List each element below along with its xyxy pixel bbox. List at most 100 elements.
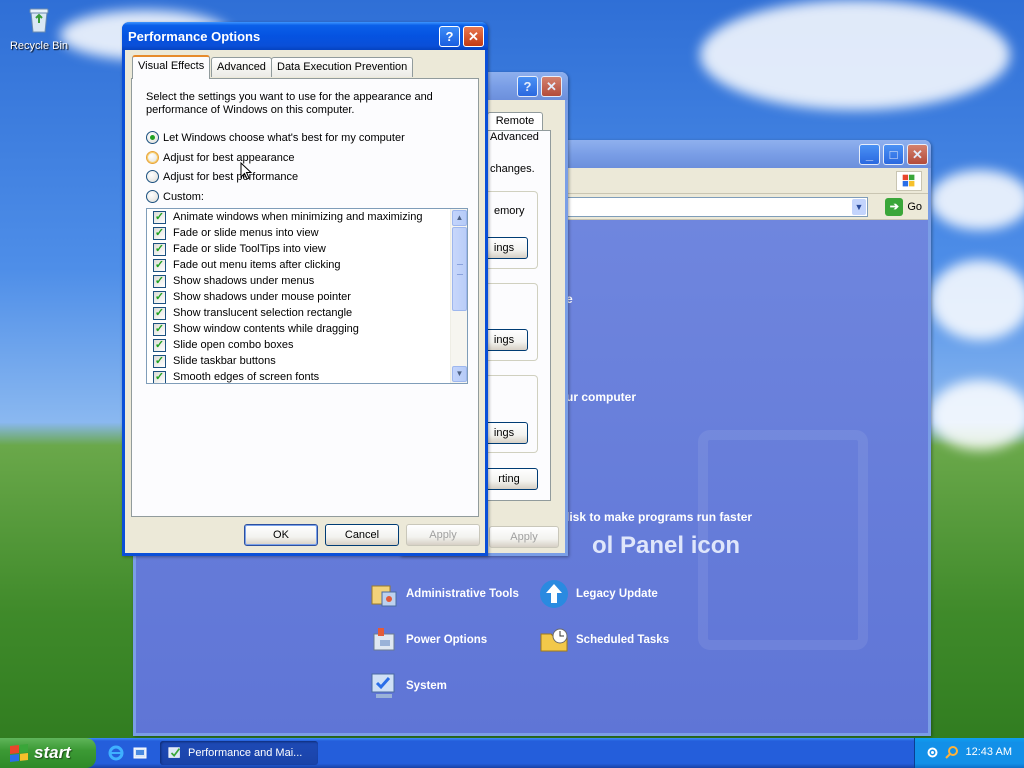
cp-item-power-options[interactable]: Power Options [368, 624, 487, 656]
description-text: Select the settings you want to use for … [146, 91, 433, 116]
list-item[interactable]: ✓ Fade out menu items after clicking [153, 257, 341, 273]
list-item[interactable]: ✓ Slide taskbar buttons [153, 353, 276, 369]
taskbar-item-label: Performance and Mai... [188, 747, 303, 759]
radio-label: Let Windows choose what's best for my co… [163, 131, 405, 144]
minimize-button[interactable]: _ [859, 144, 880, 165]
visual-effects-panel: Select the settings you want to use for … [131, 78, 479, 517]
list-item[interactable]: ✓ Animate windows when minimizing and max… [153, 209, 422, 225]
mouse-cursor-icon [240, 162, 252, 180]
show-desktop-icon[interactable] [132, 745, 148, 761]
go-button[interactable]: ➔ Go [885, 198, 922, 216]
list-item[interactable]: ✓ Slide open combo boxes [153, 337, 293, 353]
effect-label: Fade or slide menus into view [173, 227, 319, 239]
apply-button[interactable]: Apply [406, 524, 480, 546]
radio-label: Adjust for best performance [163, 170, 299, 183]
close-button[interactable]: ✕ [463, 26, 484, 47]
cp-item-legacy-update[interactable]: Legacy Update [538, 578, 658, 610]
checkbox-checked-icon: ✓ [153, 258, 166, 272]
window-app-icon [168, 747, 181, 758]
cp-item-label: System [406, 680, 447, 692]
effect-label: Slide open combo boxes [173, 339, 294, 351]
cp-item-label: Administrative Tools [406, 588, 519, 600]
checkbox-checked-icon: ✓ [153, 242, 166, 256]
cp-task-link-fragment[interactable]: lisk to make programs run faster [566, 510, 752, 524]
cp-task-link-fragment[interactable]: ur computer [566, 390, 636, 404]
cloud [930, 380, 1024, 450]
tray-settings-icon[interactable] [925, 745, 940, 760]
effect-label: Fade or slide ToolTips into view [173, 243, 326, 255]
checkbox-checked-icon: ✓ [153, 226, 166, 240]
effect-label: Fade out menu items after clicking [173, 259, 341, 271]
internet-explorer-icon[interactable] [108, 745, 124, 761]
cp-item-administrative-tools[interactable]: Administrative Tools [368, 578, 519, 610]
checkbox-checked-icon: ✓ [153, 338, 166, 352]
tab-remote[interactable]: Remote [487, 112, 543, 130]
maximize-button[interactable]: □ [883, 144, 904, 165]
list-item[interactable]: ✓ Fade or slide menus into view [153, 225, 319, 241]
performance-options-dialog[interactable]: Performance Options ? ✕ Visual Effects A… [122, 22, 488, 556]
scheduled-tasks-icon [540, 628, 568, 652]
effect-label: Show shadows under mouse pointer [173, 291, 351, 303]
go-arrow-icon: ➔ [885, 198, 904, 216]
desktop-icon-recycle-bin[interactable]: Recycle Bin [6, 4, 72, 52]
radio-best-performance[interactable]: Adjust for best performance [146, 170, 298, 183]
apply-button[interactable]: Apply [489, 526, 559, 548]
radio-best-appearance[interactable]: Adjust for best appearance [146, 151, 294, 164]
power-options-icon [373, 628, 395, 651]
checkbox-checked-icon: ✓ [153, 354, 166, 368]
recycle-bin-label: Recycle Bin [9, 40, 69, 52]
list-item[interactable]: ✓ Show window contents while dragging [153, 321, 359, 337]
tab-advanced[interactable]: Advanced [211, 57, 272, 77]
changes-text-fragment: changes. [490, 163, 535, 175]
go-label: Go [907, 201, 922, 213]
effect-label: Animate windows when minimizing and maxi… [173, 211, 423, 223]
list-item[interactable]: ✓ Show shadows under menus [153, 273, 314, 289]
vertical-scrollbar[interactable]: ▲ ▼ [450, 209, 467, 383]
taskbar-item-performance[interactable]: Performance and Mai... [160, 741, 318, 765]
cp-item-label: Scheduled Tasks [576, 634, 670, 646]
system-tray: 12:43 AM [914, 738, 1024, 768]
close-button[interactable]: ✕ [907, 144, 928, 165]
address-dropdown-icon[interactable]: ▼ [852, 199, 866, 215]
effect-label: Show translucent selection rectangle [173, 307, 353, 319]
radio-let-windows-choose[interactable]: Let Windows choose what's best for my co… [146, 131, 405, 144]
visual-effects-list[interactable]: ✓ Animate windows when minimizing and max… [146, 208, 468, 384]
tab-data-execution-prevention[interactable]: Data Execution Prevention [271, 57, 414, 77]
radio-custom[interactable]: Custom: [146, 190, 204, 203]
checkbox-checked-icon: ✓ [153, 274, 166, 288]
scroll-thumb[interactable] [452, 227, 467, 311]
tab-visual-effects[interactable]: Visual Effects [132, 55, 211, 79]
help-button[interactable]: ? [439, 26, 460, 47]
error-reporting-button[interactable]: rting [480, 468, 538, 490]
list-item[interactable]: ✓ Show translucent selection rectangle [153, 305, 352, 321]
close-button[interactable]: ✕ [541, 76, 562, 97]
radio-button-icon [146, 190, 159, 203]
start-button[interactable]: start [0, 738, 96, 768]
radio-button-icon [146, 170, 159, 183]
cp-item-scheduled-tasks[interactable]: Scheduled Tasks [538, 624, 669, 656]
help-button[interactable]: ? [517, 76, 538, 97]
cp-item-system[interactable]: System [368, 670, 447, 702]
radio-label: Custom: [163, 190, 204, 203]
system-icon [371, 673, 395, 698]
scroll-down-icon[interactable]: ▼ [452, 366, 467, 382]
effect-label: Show shadows under menus [173, 275, 315, 287]
cp-item-label: Power Options [406, 634, 488, 646]
recycle-bin-icon [24, 4, 54, 34]
list-item[interactable]: ✓ Show shadows under mouse pointer [153, 289, 351, 305]
cancel-button[interactable]: Cancel [325, 524, 399, 546]
admin-tools-icon [371, 585, 397, 607]
performance-options-titlebar[interactable]: Performance Options ? ✕ [122, 22, 488, 50]
list-item[interactable]: ✓ Smooth edges of screen fonts [153, 369, 319, 383]
clock: 12:43 AM [965, 746, 1012, 758]
checkbox-checked-icon: ✓ [153, 322, 166, 336]
legacy-update-icon [540, 580, 568, 608]
checkbox-checked-icon: ✓ [153, 306, 166, 320]
taskbar: start Performance and Mai... 12:43 AM [0, 738, 1024, 768]
scroll-up-icon[interactable]: ▲ [452, 210, 467, 226]
list-item[interactable]: ✓ Fade or slide ToolTips into view [153, 241, 326, 257]
ok-button[interactable]: OK [244, 524, 318, 546]
start-label: start [34, 743, 71, 762]
windows-flag-icon [10, 744, 28, 762]
tray-search-icon[interactable] [945, 745, 960, 760]
